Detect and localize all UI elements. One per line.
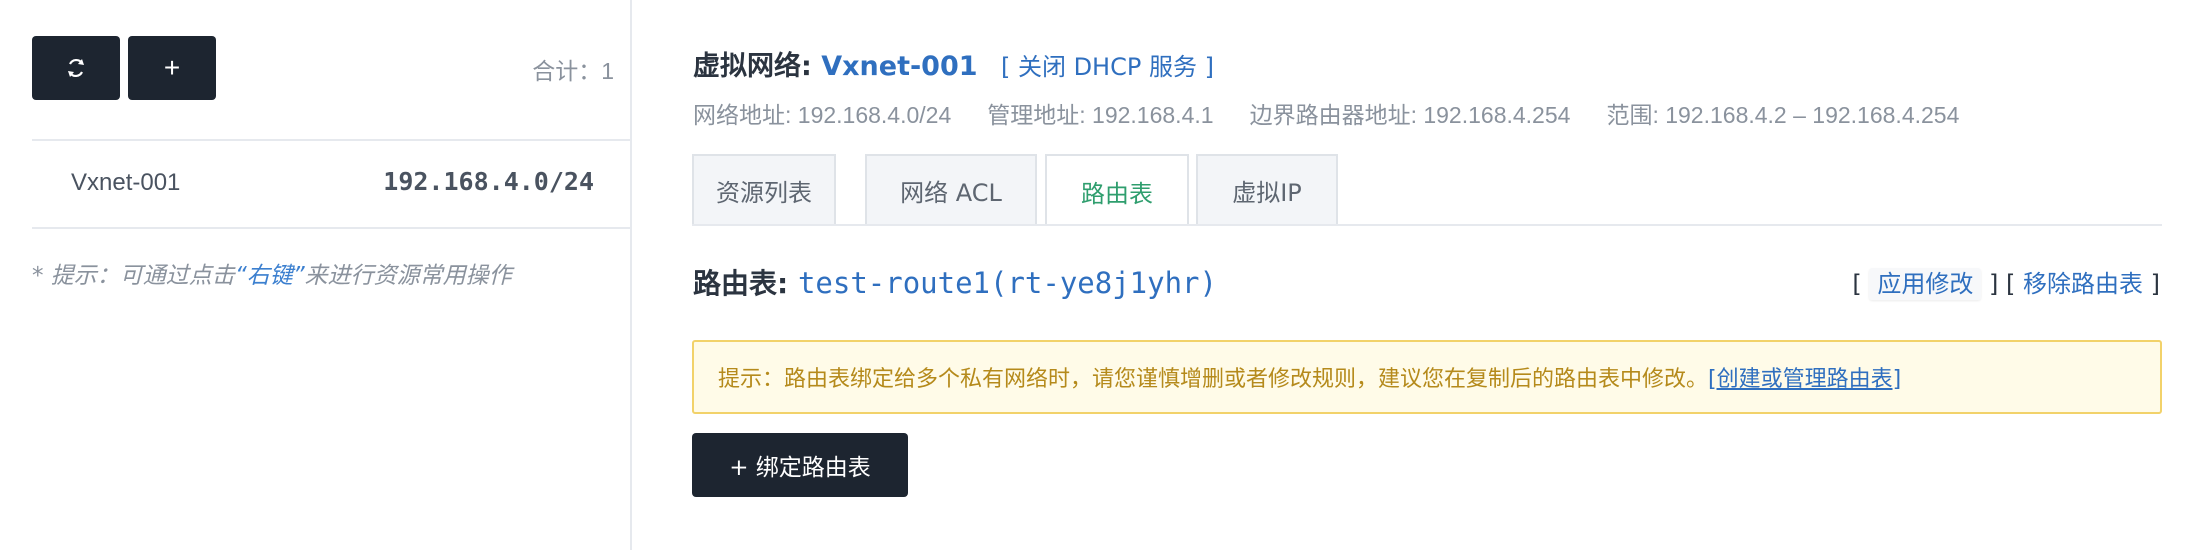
list-item[interactable]: Vxnet-001 192.168.4.0/24 xyxy=(32,141,632,229)
remove-route-table-button[interactable]: 移除路由表 xyxy=(2023,270,2143,298)
toggle-dhcp-link[interactable]: [ 关闭 DHCP 服务 ] xyxy=(1001,53,1214,81)
add-button[interactable]: + xyxy=(128,36,216,100)
ip-range: 范围: 192.168.4.2 – 192.168.4.254 xyxy=(1606,102,1960,128)
bind-route-table-button[interactable]: + 绑定路由表 xyxy=(692,433,908,497)
vnet-title-label: 虚拟网络: xyxy=(693,51,812,82)
network-info: 网络地址: 192.168.4.0/24 管理地址: 192.168.4.1 边界路… xyxy=(693,96,1995,130)
context-menu-hint: * 提示：可通过点击“右键”来进行资源常用操作 xyxy=(32,256,512,290)
refresh-icon xyxy=(68,58,84,78)
hint-prefix: * 提示：可通过点击 xyxy=(32,263,235,289)
apply-changes-button[interactable]: 应用修改 xyxy=(1869,268,1982,300)
bracket: [ xyxy=(1852,270,1862,298)
route-table-id: test-route1(rt-ye8j1yhr) xyxy=(797,266,1217,300)
vxnet-list-panel: + 合计：1 Vxnet-001 192.168.4.0/24 * 提示：可通过… xyxy=(0,0,632,550)
route-actions: [ 应用修改 ] [ 移除路由表 ] xyxy=(1852,264,2160,300)
hint-quote: “右键” xyxy=(234,263,305,289)
route-title-label: 路由表: xyxy=(693,267,789,300)
manage-route-tables-link[interactable]: [创建或管理路由表] xyxy=(1708,361,1901,393)
refresh-button[interactable] xyxy=(32,36,120,100)
network-address: 网络地址: 192.168.4.0/24 xyxy=(693,102,952,128)
vnet-name: Vxnet-001 xyxy=(821,51,978,82)
vxnet-name: Vxnet-001 xyxy=(71,169,181,196)
plus-icon: + xyxy=(163,52,181,83)
vxnet-cidr: 192.168.4.0/24 xyxy=(383,167,594,196)
route-table-title: 路由表: test-route1(rt-ye8j1yhr) xyxy=(693,262,1217,302)
total-count: 合计：1 xyxy=(532,58,614,84)
warning-box: 提示：路由表绑定给多个私有网络时，请您谨慎增删或者修改规则，建议您在复制后的路由… xyxy=(692,340,2162,414)
manage-address: 管理地址: 192.168.4.1 xyxy=(987,102,1214,128)
bracket: ] [ xyxy=(1988,270,2016,298)
page-title: 虚拟网络: Vxnet-001 [ 关闭 DHCP 服务 ] xyxy=(693,44,1214,83)
edge-router-address: 边界路由器地址: 192.168.4.254 xyxy=(1249,102,1571,128)
tab-divider xyxy=(692,224,2162,226)
tab-route-table[interactable]: 路由表 xyxy=(1045,154,1189,226)
hint-suffix: 来进行资源常用操作 xyxy=(304,263,512,289)
tab-resource-list[interactable]: 资源列表 xyxy=(692,154,836,224)
warning-text: 提示：路由表绑定给多个私有网络时，请您谨慎增删或者修改规则，建议您在复制后的路由… xyxy=(718,367,1709,392)
tab-virtual-ip[interactable]: 虚拟IP xyxy=(1196,154,1338,224)
bracket: ] xyxy=(2150,270,2160,298)
tab-network-acl[interactable]: 网络 ACL xyxy=(865,154,1037,224)
